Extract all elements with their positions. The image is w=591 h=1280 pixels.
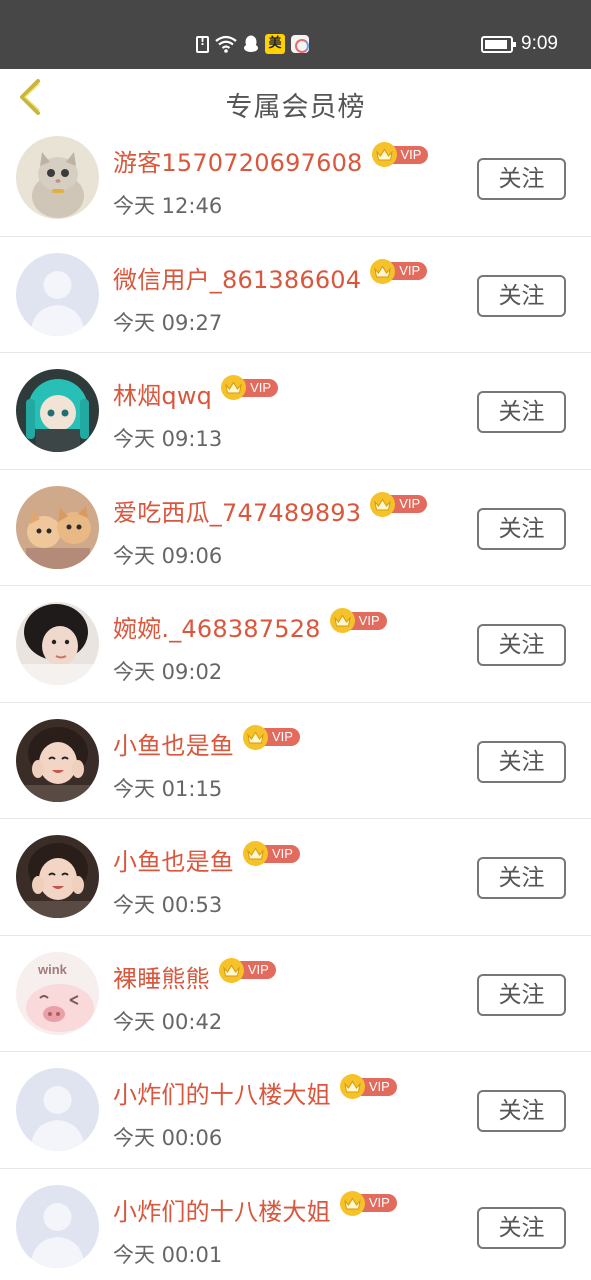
member-name[interactable]: 游客1570720697608	[113, 143, 363, 178]
crown-icon	[371, 142, 397, 167]
list-item[interactable]: 小炸们的十八楼大姐 VIP 今天 00:01 关注	[0, 1169, 591, 1280]
cats-avatar[interactable]	[16, 485, 99, 569]
vip-badge: VIP	[339, 1190, 397, 1216]
visit-time: 今天 09:27	[113, 310, 223, 335]
default-avatar[interactable]	[16, 1068, 99, 1151]
vip-badge: VIP	[370, 258, 428, 284]
member-list: 游客1570720697608 VIP 今天 12:46 关注 微信用户_861…	[0, 120, 591, 1280]
visit-time: 今天 12:46	[113, 194, 223, 218]
pig-avatar[interactable]: wink	[16, 951, 99, 1035]
crown-icon	[339, 1074, 365, 1099]
vip-badge: VIP	[371, 142, 429, 167]
visit-time: 今天 09:06	[113, 543, 223, 568]
cat-avatar[interactable]	[16, 136, 99, 219]
vip-badge: VIP	[243, 841, 300, 866]
crown-icon	[370, 491, 396, 517]
girl-smile-avatar[interactable]	[16, 835, 99, 918]
visit-time: 今天 00:01	[113, 1242, 223, 1267]
status-bar: 美 9:09	[0, 0, 591, 69]
member-name[interactable]: 微信用户_861386604	[113, 260, 361, 295]
follow-button[interactable]: 关注	[477, 740, 566, 783]
follow-button[interactable]: 关注	[477, 1206, 566, 1249]
visit-time: 今天 09:02	[113, 660, 223, 684]
visit-time: 今天 01:15	[113, 776, 223, 801]
list-item[interactable]: 小炸们的十八楼大姐 VIP 今天 00:06 关注	[0, 1052, 591, 1169]
vip-badge: VIP	[243, 724, 300, 750]
vip-badge: VIP	[221, 375, 279, 400]
follow-button[interactable]: 关注	[477, 857, 566, 899]
visit-time: 今天 00:42	[113, 1009, 223, 1034]
crown-icon	[339, 1190, 365, 1216]
list-item[interactable]: 小鱼也是鱼 VIP 今天 01:15 关注	[0, 703, 591, 819]
follow-button[interactable]: 关注	[477, 1090, 566, 1132]
sim-alert-icon	[196, 35, 209, 53]
member-name[interactable]: 裸睡熊熊	[113, 959, 210, 994]
list-item[interactable]: 游客1570720697608 VIP 今天 12:46 关注	[0, 120, 591, 237]
crown-icon	[221, 375, 247, 400]
status-icons: 美	[196, 33, 309, 55]
follow-button[interactable]: 关注	[477, 973, 566, 1016]
visit-time: 今天 00:06	[113, 1126, 223, 1150]
battery-icon	[481, 35, 517, 53]
clock: 9:09	[521, 33, 558, 54]
doll-avatar[interactable]	[16, 369, 99, 452]
follow-button[interactable]: 关注	[477, 624, 566, 666]
member-name[interactable]: 婉婉._468387528	[113, 609, 321, 644]
vip-badge: VIP	[218, 957, 276, 983]
crown-icon	[370, 258, 396, 284]
page-title: 专属会员榜	[225, 92, 366, 123]
follow-button[interactable]: 关注	[477, 507, 566, 550]
vip-badge: VIP	[339, 1074, 397, 1099]
member-name[interactable]: 小炸们的十八楼大姐	[113, 1192, 331, 1227]
crown-icon	[329, 608, 355, 633]
girl-smile-avatar[interactable]	[16, 718, 99, 802]
list-item[interactable]: 小鱼也是鱼 VIP 今天 00:53 关注	[0, 819, 591, 936]
member-name[interactable]: 林烟qwq	[113, 376, 212, 411]
member-name[interactable]: 小鱼也是鱼	[113, 842, 234, 877]
crown-icon	[243, 841, 268, 866]
meituan-icon: 美	[265, 34, 285, 54]
member-name[interactable]: 小鱼也是鱼	[113, 726, 234, 761]
list-item[interactable]: 微信用户_861386604 VIP 今天 09:27 关注	[0, 237, 591, 353]
wifi-icon	[215, 35, 237, 53]
follow-button[interactable]: 关注	[477, 158, 566, 200]
member-name[interactable]: 爱吃西瓜_747489893	[113, 493, 361, 528]
follow-button[interactable]: 关注	[477, 391, 566, 433]
visit-time: 今天 09:13	[113, 427, 223, 451]
vip-badge: VIP	[370, 491, 428, 517]
default-avatar[interactable]	[16, 252, 99, 336]
girl-avatar[interactable]	[16, 602, 99, 685]
member-name[interactable]: 小炸们的十八楼大姐	[113, 1075, 331, 1110]
list-item[interactable]: 爱吃西瓜_747489893 VIP 今天 09:06 关注	[0, 470, 591, 586]
qq-icon	[243, 35, 259, 53]
default-avatar[interactable]	[16, 1184, 99, 1268]
list-item[interactable]: wink 裸睡熊熊 VIP 今天 00:42 关注	[0, 936, 591, 1052]
follow-button[interactable]: 关注	[477, 274, 566, 317]
visit-time: 今天 00:53	[113, 893, 223, 917]
crown-icon	[243, 724, 268, 750]
app-icon	[291, 35, 309, 53]
list-item[interactable]: 林烟qwq VIP 今天 09:13 关注	[0, 353, 591, 470]
vip-badge: VIP	[329, 608, 387, 633]
svg-text:wink: wink	[37, 962, 68, 977]
crown-icon	[218, 957, 244, 983]
list-item[interactable]: 婉婉._468387528 VIP 今天 09:02 关注	[0, 586, 591, 703]
